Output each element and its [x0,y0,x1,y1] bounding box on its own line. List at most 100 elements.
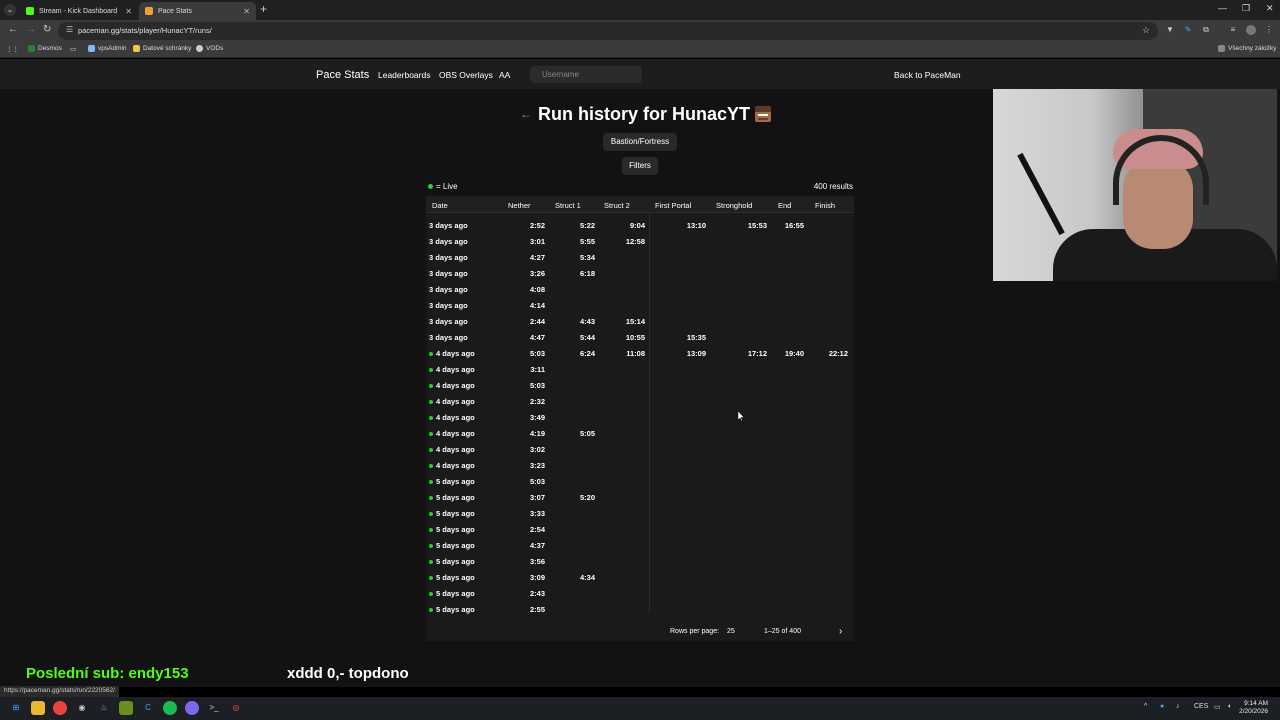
close-tab-icon[interactable]: ✕ [243,7,250,16]
table-row[interactable]: 3 days ago 3:01 5:55 12:58 [426,233,854,249]
new-tab-icon[interactable]: + [260,2,267,16]
tab-pace-stats[interactable]: Pace Stats ✕ [139,2,256,20]
nav-leaderboards[interactable]: Leaderboards [378,70,430,80]
bookmark-vods[interactable]: VODs [196,45,223,52]
column-header-stronghold[interactable]: Stronghold [716,201,752,210]
table-row[interactable]: 5 days ago 3:33 [426,505,854,521]
table-row[interactable]: 3 days ago 4:14 [426,297,854,313]
table-row[interactable]: 5 days ago 3:07 5:20 [426,489,854,505]
column-header-date[interactable]: Date [432,201,448,210]
bookmark-star-icon[interactable]: ☆ [1142,25,1150,36]
table-row[interactable]: 4 days ago 2:32 [426,393,854,409]
site-info-icon[interactable]: ☰ [66,25,73,34]
table-row[interactable]: 4 days ago 3:02 [426,441,854,457]
tab-kick-dashboard[interactable]: Stream - Kick Dashboard ✕ [20,2,138,20]
volume-icon[interactable]: ◖ [1227,703,1231,710]
tray-chevron-icon[interactable]: ^ [1144,703,1147,710]
taskbar-clock[interactable]: 9:14 AM 2/20/2026 [1239,700,1268,716]
terminal-icon[interactable]: >_ [207,701,221,715]
table-row[interactable]: 4 days ago 3:49 [426,409,854,425]
maximize-icon[interactable]: ❐ [1242,3,1250,14]
table-row[interactable]: 3 days ago 3:26 6:18 [426,265,854,281]
table-row[interactable]: 3 days ago 4:08 [426,281,854,297]
table-header: Date Nether Struct 1 Struct 2 First Port… [426,196,854,213]
column-header-first-portal[interactable]: First Portal [655,201,691,210]
steam-icon[interactable]: ♨ [97,701,111,715]
nav-aa[interactable]: AA [499,70,510,80]
live-dot-icon [429,527,433,532]
table-row[interactable]: 5 days ago 2:55 [426,601,854,617]
cell-date-text: 5 days ago [436,605,475,614]
spotify-icon[interactable] [163,701,177,715]
microphone-icon[interactable]: ♪ [1176,703,1180,710]
cell-nether: 3:01 [529,237,545,246]
profile-avatar-icon[interactable] [1246,25,1256,35]
cell-date-text: 3 days ago [429,237,468,246]
column-header-finish[interactable]: Finish [815,201,835,210]
browser-icon[interactable]: ◉ [75,701,89,715]
address-bar[interactable]: ☰ paceman.gg/stats/player/HunacYT/runs/ … [58,22,1158,40]
table-row[interactable]: 5 days ago 3:56 [426,553,854,569]
table-row[interactable]: 3 days ago 2:52 5:22 9:04 13:10 15:53 16:55 [426,217,854,233]
app-icon[interactable]: C [141,701,155,715]
bookmark-datove-schranky[interactable]: Datové schránky [133,45,191,52]
column-header-struct1[interactable]: Struct 1 [555,201,581,210]
extension-icon[interactable]: ✎ [1183,25,1193,35]
table-row[interactable]: 3 days ago 4:47 5:44 10:55 15:35 [426,329,854,345]
back-to-paceman-link[interactable]: Back to PaceMan [894,70,961,80]
column-header-nether[interactable]: Nether [508,201,531,210]
table-row[interactable]: 5 days ago 3:09 4:34 [426,569,854,585]
reload-icon[interactable]: ↻ [43,24,51,35]
menu-list-icon[interactable]: ≡ [1228,25,1238,35]
table-row[interactable]: 3 days ago 2:44 4:43 15:14 [426,313,854,329]
username-search-input[interactable]: Username [530,66,642,83]
bookmark-desmos[interactable]: Desmos [28,45,62,52]
chrome-icon[interactable] [53,701,67,715]
table-row[interactable]: 5 days ago 2:54 [426,521,854,537]
cell-date: 5 days ago [429,605,475,614]
nav-obs-overlays[interactable]: OBS Overlays [439,70,493,80]
table-row[interactable]: 5 days ago 5:03 [426,473,854,489]
table-row[interactable]: 5 days ago 2:43 [426,585,854,601]
table-row[interactable]: 4 days ago 5:03 6:24 11:08 13:09 17:12 19:40 22… [426,345,854,361]
all-bookmarks[interactable]: Všechny záložky [1218,45,1276,52]
close-tab-icon[interactable]: ✕ [125,7,132,16]
url-text[interactable]: paceman.gg/stats/player/HunacYT/runs/ [78,26,212,35]
vpsadmin-icon [88,45,95,52]
table-row[interactable]: 4 days ago 4:19 5:05 [426,425,854,441]
brand-link[interactable]: Pace Stats [316,69,369,81]
minecraft-icon[interactable] [119,701,133,715]
more-menu-icon[interactable]: ⋮ [1264,25,1274,35]
forward-icon[interactable]: → [26,24,36,35]
folder-icon[interactable]: ▭ [70,45,76,53]
table-row[interactable]: 5 days ago 4:37 [426,537,854,553]
column-header-struct2[interactable]: Struct 2 [604,201,630,210]
back-icon[interactable]: ← [8,24,18,35]
category-button[interactable]: Bastion/Fortress [603,133,677,151]
table-row[interactable]: 3 days ago 4:27 5:34 [426,249,854,265]
rows-per-page-select[interactable]: 25 [727,628,735,635]
file-explorer-icon[interactable] [31,701,45,715]
back-arrow-icon[interactable]: ← [520,107,532,121]
extension-icon[interactable]: ▼ [1165,25,1175,35]
obs-icon[interactable]: ◎ [229,701,243,715]
tray-app-icon[interactable]: ● [1160,703,1164,710]
bookmark-vpsadmin[interactable]: vpsAdmin [88,45,127,52]
extensions-puzzle-icon[interactable]: ⧉ [1201,25,1211,35]
runs-table: Date Nether Struct 1 Struct 2 First Port… [426,196,854,641]
table-row[interactable]: 4 days ago 5:03 [426,377,854,393]
cell-nether: 2:52 [529,221,545,230]
column-header-end[interactable]: End [778,201,791,210]
discord-icon[interactable] [185,701,199,715]
windows-start-icon[interactable]: ⊞ [9,701,23,715]
tab-list-icon[interactable]: ⌄ [4,4,16,16]
filters-button[interactable]: Filters [622,157,658,175]
language-indicator[interactable]: CES [1194,703,1208,710]
next-page-icon[interactable]: › [839,626,842,637]
network-icon[interactable]: ▭ [1214,703,1221,711]
apps-grid-icon[interactable]: ⋮⋮ [6,45,19,53]
table-row[interactable]: 4 days ago 3:11 [426,361,854,377]
close-window-icon[interactable]: ✕ [1266,3,1274,14]
table-row[interactable]: 4 days ago 3:23 [426,457,854,473]
minimize-icon[interactable]: — [1218,3,1227,13]
